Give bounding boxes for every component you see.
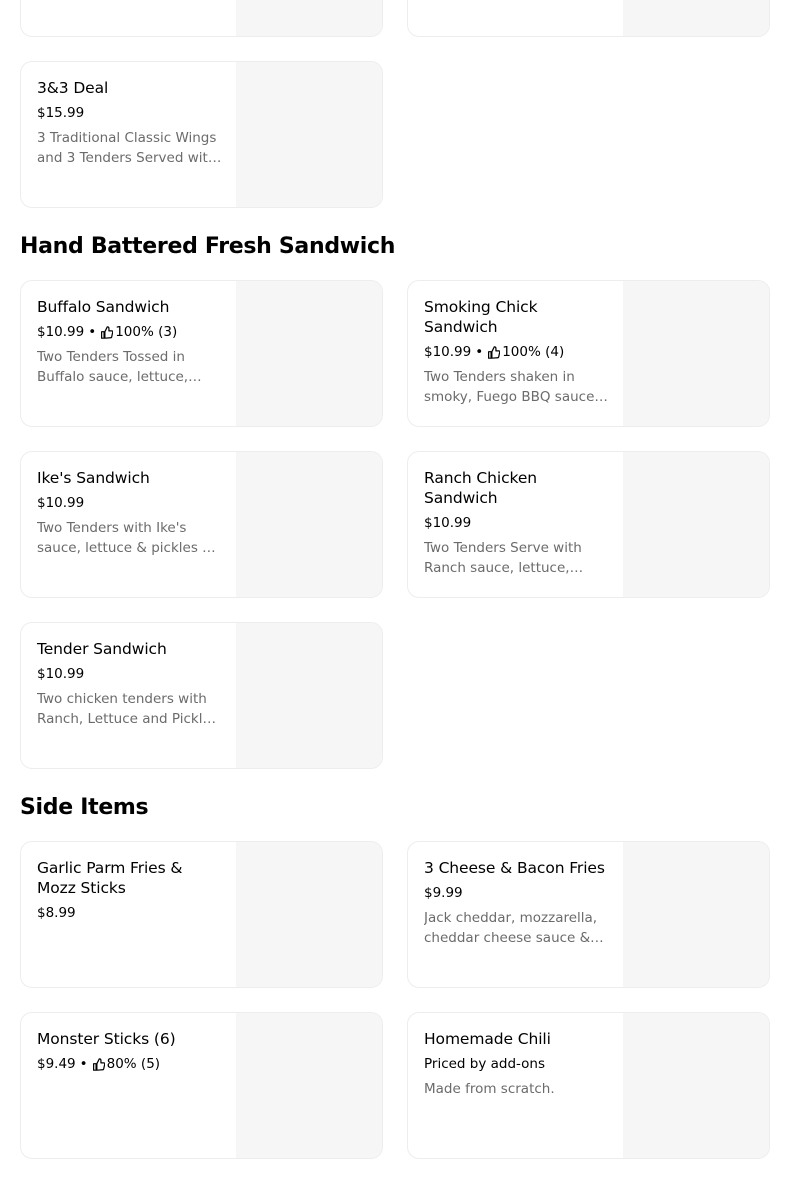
menu-item-card[interactable]: Monster Sticks (6) $9.49 • 80% (5) [20,1012,383,1159]
menu-item-card[interactable]: Garlic Parm Fries & Mozz Sticks $8.99 [20,841,383,988]
item-description: Two chicken tenders with Ranch, Lettuce … [37,691,218,727]
item-description: 3 Traditional Classic Wings and 3 Tender… [37,130,217,166]
item-image-placeholder [623,0,769,36]
item-meta: $10.99 • 100% (4) [424,343,610,361]
item-description: Two Tenders Serve with Ranch sauce, lett… [424,540,582,576]
menu-item-card-partial-right[interactable] [407,0,770,37]
item-description: Two Tenders shaken in smoky, Fuego BBQ s… [424,369,599,405]
item-rating: 80% (5) [106,1056,161,1072]
menu-item-card-partial-left[interactable] [20,0,383,37]
thumbs-up-icon [101,325,114,339]
item-rating: 100% (3) [115,324,178,340]
item-title: 3&3 Deal [37,79,109,97]
item-price: $10.99 [424,515,472,531]
item-meta: $10.99 [424,514,610,532]
item-image-placeholder [623,281,769,426]
item-meta: $9.99 [424,884,610,902]
item-image-placeholder [236,281,382,426]
item-image-placeholder [623,842,769,987]
item-title: Smoking Chick Sandwich [424,298,538,336]
item-title: Tender Sandwich [37,640,167,658]
item-image-placeholder [236,842,382,987]
item-info: Monster Sticks (6) $9.49 • 80% (5) [37,1029,223,1073]
meta-separator: • [88,324,97,340]
item-meta: $10.99 [37,665,223,683]
item-description: Two Tenders with Ike's sauce, lettuce & … [37,520,219,556]
thumbs-up-icon [92,1057,105,1071]
menu-item-card[interactable]: 3 Cheese & Bacon Fries $9.99 Jack chedda… [407,841,770,988]
item-title: Ranch Chicken Sandwich [424,469,537,507]
item-title: Buffalo Sandwich [37,298,170,316]
item-image-placeholder [623,1013,769,1158]
item-description: Made from scratch. [424,1081,555,1097]
item-price: $10.99 [37,324,85,340]
item-image-placeholder [236,623,382,768]
meta-separator: • [475,344,484,360]
item-price: Priced by add-ons [424,1056,546,1072]
item-info: Buffalo Sandwich $10.99 • 100% (3) Two T… [37,297,223,387]
item-price: $15.99 [37,105,85,121]
item-meta: $15.99 [37,104,223,122]
item-info: Ranch Chicken Sandwich $10.99 Two Tender… [424,468,610,578]
item-meta: $8.99 [37,904,223,922]
item-title: Monster Sticks (6) [37,1030,176,1048]
item-price: $10.99 [37,666,85,682]
item-title: Ike's Sandwich [37,469,150,487]
item-image-placeholder [236,452,382,597]
menu-item-card[interactable]: Ike's Sandwich $10.99 Two Tenders with I… [20,451,383,598]
item-info: Smoking Chick Sandwich $10.99 • 100% (4)… [424,297,610,407]
item-price: $10.99 [424,344,472,360]
menu-item-card[interactable]: Tender Sandwich $10.99 Two chicken tende… [20,622,383,769]
menu-item-card[interactable]: Homemade Chili Priced by add-ons Made fr… [407,1012,770,1159]
thumbs-up-icon [488,345,501,359]
item-info: Homemade Chili Priced by add-ons Made fr… [424,1029,610,1099]
menu-item-card[interactable]: 3&3 Deal $15.99 3 Traditional Classic Wi… [20,61,383,208]
item-meta: $10.99 [37,494,223,512]
item-image-placeholder [236,0,382,36]
section-title: Hand Battered Fresh Sandwich [20,234,396,259]
item-meta: Priced by add-ons [424,1055,610,1073]
item-info: Garlic Parm Fries & Mozz Sticks $8.99 [37,858,223,922]
item-info: Ike's Sandwich $10.99 Two Tenders with I… [37,468,223,558]
menu-item-card[interactable]: Buffalo Sandwich $10.99 • 100% (3) Two T… [20,280,383,427]
item-info: Tender Sandwich $10.99 Two chicken tende… [37,639,223,729]
item-price: $9.49 [37,1056,76,1072]
item-image-placeholder [236,1013,382,1158]
item-info: 3 Cheese & Bacon Fries $9.99 Jack chedda… [424,858,610,948]
item-title: Homemade Chili [424,1030,551,1048]
meta-separator: • [79,1056,88,1072]
item-price: $10.99 [37,495,85,511]
item-price: $8.99 [37,905,76,921]
item-price: $9.99 [424,885,463,901]
item-title: 3 Cheese & Bacon Fries [424,859,605,877]
item-description: Two Tenders Tossed in Buffalo sauce, let… [37,349,189,385]
item-image-placeholder [236,62,382,207]
item-image-placeholder [623,452,769,597]
section-title: Side Items [20,795,149,820]
item-description: Jack cheddar, mozzarella, cheddar cheese… [424,910,598,946]
item-meta: $10.99 • 100% (3) [37,323,223,341]
item-info: 3&3 Deal $15.99 3 Traditional Classic Wi… [37,78,223,168]
item-meta: $9.49 • 80% (5) [37,1055,223,1073]
item-title: Garlic Parm Fries & Mozz Sticks [37,859,183,897]
menu-item-card[interactable]: Smoking Chick Sandwich $10.99 • 100% (4)… [407,280,770,427]
item-rating: 100% (4) [502,344,565,360]
menu-item-card[interactable]: Ranch Chicken Sandwich $10.99 Two Tender… [407,451,770,598]
